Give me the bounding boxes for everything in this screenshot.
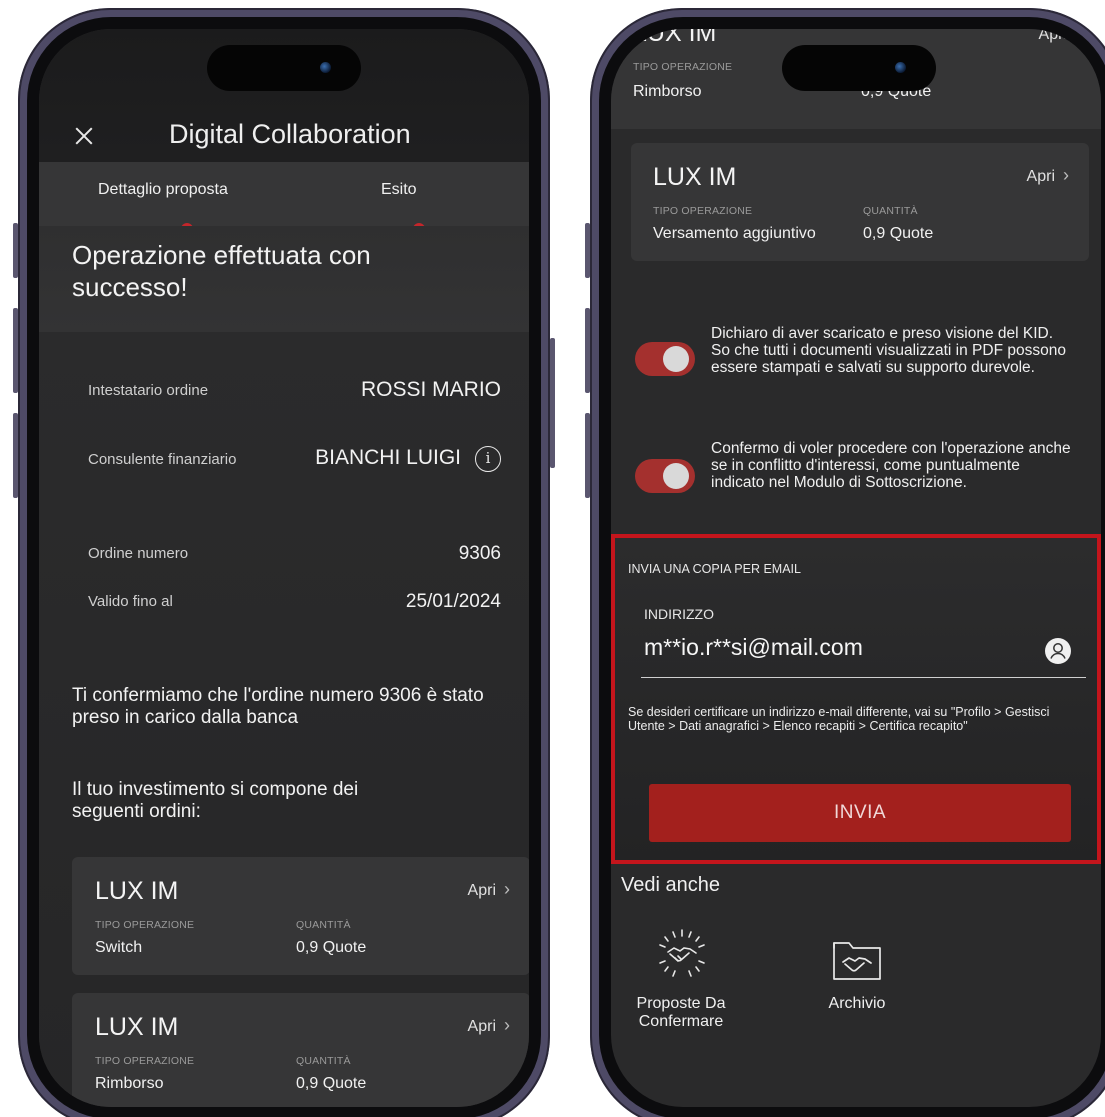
advisor-label: Consulente finanziario xyxy=(88,451,237,468)
advisor-value: BIANCHI LUIGI xyxy=(315,446,461,469)
operation-type-label: TIPO OPERAZIONE xyxy=(95,1055,195,1067)
operation-type-label: TIPO OPERAZIONE xyxy=(633,61,733,73)
conflict-consent-text: Confermo di voler procedere con l'operaz… xyxy=(711,440,1071,491)
volume-up-button xyxy=(585,308,590,393)
quantity-label: QUANTITÀ xyxy=(863,205,918,217)
operation-type-label: TIPO OPERAZIONE xyxy=(653,205,753,217)
operation-type-value: Versamento aggiuntivo xyxy=(653,225,816,242)
toggle-knob xyxy=(663,463,689,489)
quantity-value: 0,9 Quote xyxy=(296,1075,367,1092)
handshake-folder-icon[interactable] xyxy=(829,933,885,988)
order-name: LUX IM xyxy=(95,877,179,905)
open-order-link[interactable]: Apri › xyxy=(468,1015,510,1036)
order-name: LUX IM xyxy=(95,1013,179,1041)
confirmation-text: Ti confermiamo che l'ordine numero 9306 … xyxy=(72,685,484,728)
conflict-consent-toggle[interactable] xyxy=(635,459,695,493)
tab-dettaglio-proposta[interactable]: Dettaglio proposta xyxy=(98,181,228,199)
quantity-value: 0,9 Quote xyxy=(296,939,367,956)
order-card[interactable]: LUX IM Apri › TIPO OPERAZIONE QUANTITÀ Ri… xyxy=(72,993,529,1107)
kid-consent-toggle[interactable] xyxy=(635,342,695,376)
order-number-value: 9306 xyxy=(458,543,501,564)
quantity-label: QUANTITÀ xyxy=(296,919,351,931)
toggle-knob xyxy=(663,346,689,372)
camera-icon xyxy=(895,62,906,73)
success-title: Operazione effettuata con successo! xyxy=(72,240,371,302)
open-order-link[interactable]: Apri › xyxy=(468,879,510,900)
valid-until-value: 25/01/2024 xyxy=(405,591,501,612)
open-order-link[interactable]: Apri › xyxy=(1039,29,1081,44)
open-order-link[interactable]: Apri › xyxy=(1027,165,1069,186)
email-copy-section: INVIA UNA COPIA PER EMAIL INDIRIZZO Se d… xyxy=(611,534,1101,864)
close-icon[interactable] xyxy=(73,125,95,147)
volume-down-button xyxy=(585,413,590,498)
handshake-burst-icon[interactable] xyxy=(652,927,712,988)
order-name: LUX IM xyxy=(633,29,717,47)
quantity-label: QUANTITÀ xyxy=(296,1055,351,1067)
operation-type-value: Rimborso xyxy=(95,1075,164,1092)
order-card[interactable]: LUX IM Apri › TIPO OPERAZIONE QUANTITÀ Ve… xyxy=(631,143,1089,261)
volume-down-button xyxy=(13,413,18,498)
holder-value: ROSSI MARIO xyxy=(360,378,501,401)
operation-type-value: Rimborso xyxy=(633,83,702,100)
chevron-right-icon: › xyxy=(504,1015,510,1035)
action-button xyxy=(585,223,590,278)
page-title: Digital Collaboration xyxy=(169,119,411,149)
email-input[interactable] xyxy=(644,630,1044,664)
quantity-value: 0,9 Quote xyxy=(863,225,934,242)
action-button xyxy=(13,223,18,278)
dynamic-island xyxy=(782,45,936,91)
input-underline xyxy=(641,677,1086,678)
holder-label: Intestatario ordine xyxy=(88,382,209,399)
order-name: LUX IM xyxy=(653,163,737,191)
see-also-title: Vedi anche xyxy=(621,874,720,896)
tile-label-proposte[interactable]: Proposte Da Confermare xyxy=(621,995,741,1031)
camera-icon xyxy=(320,62,331,73)
user-icon[interactable] xyxy=(1045,638,1071,664)
open-label: Apri xyxy=(1026,168,1055,185)
valid-until-label: Valido fino al xyxy=(88,593,173,610)
kid-consent-text: Dichiaro di aver scaricato e preso visio… xyxy=(711,325,1066,376)
order-card[interactable]: LUX IM Apri › TIPO OPERAZIONE QUANTITÀ Sw… xyxy=(72,857,529,975)
chevron-right-icon: › xyxy=(1063,165,1069,185)
dynamic-island xyxy=(207,45,361,91)
volume-up-button xyxy=(13,308,18,393)
address-label: INDIRIZZO xyxy=(644,606,714,622)
operation-type-value: Switch xyxy=(95,939,143,956)
open-label: Apri xyxy=(467,882,496,899)
chevron-right-icon: › xyxy=(1075,29,1081,43)
order-number-label: Ordine numero xyxy=(88,545,189,562)
open-label: Apri xyxy=(1038,29,1067,43)
chevron-right-icon: › xyxy=(504,879,510,899)
phone-right: LUX IM Apri › TIPO OPERAZIONE Rimborso 0,… xyxy=(585,8,1105,1117)
certify-email-note: Se desideri certificare un indirizzo e-m… xyxy=(628,705,1050,733)
screen-right: LUX IM Apri › TIPO OPERAZIONE Rimborso 0,… xyxy=(611,29,1101,1107)
screen-left: Digital Collaboration Dettaglio proposta… xyxy=(39,29,529,1107)
tile-label-archivio[interactable]: Archivio xyxy=(807,995,907,1013)
email-section-title: INVIA UNA COPIA PER EMAIL xyxy=(628,562,801,576)
operation-type-label: TIPO OPERAZIONE xyxy=(95,919,195,931)
tab-esito[interactable]: Esito xyxy=(381,181,417,199)
info-icon[interactable]: i xyxy=(475,446,501,472)
send-button[interactable]: INVIA xyxy=(649,784,1071,842)
open-label: Apri xyxy=(467,1018,496,1035)
power-button xyxy=(550,338,555,468)
phone-left: Digital Collaboration Dettaglio proposta… xyxy=(13,8,555,1117)
investment-text: Il tuo investimento si compone dei segue… xyxy=(72,779,359,822)
